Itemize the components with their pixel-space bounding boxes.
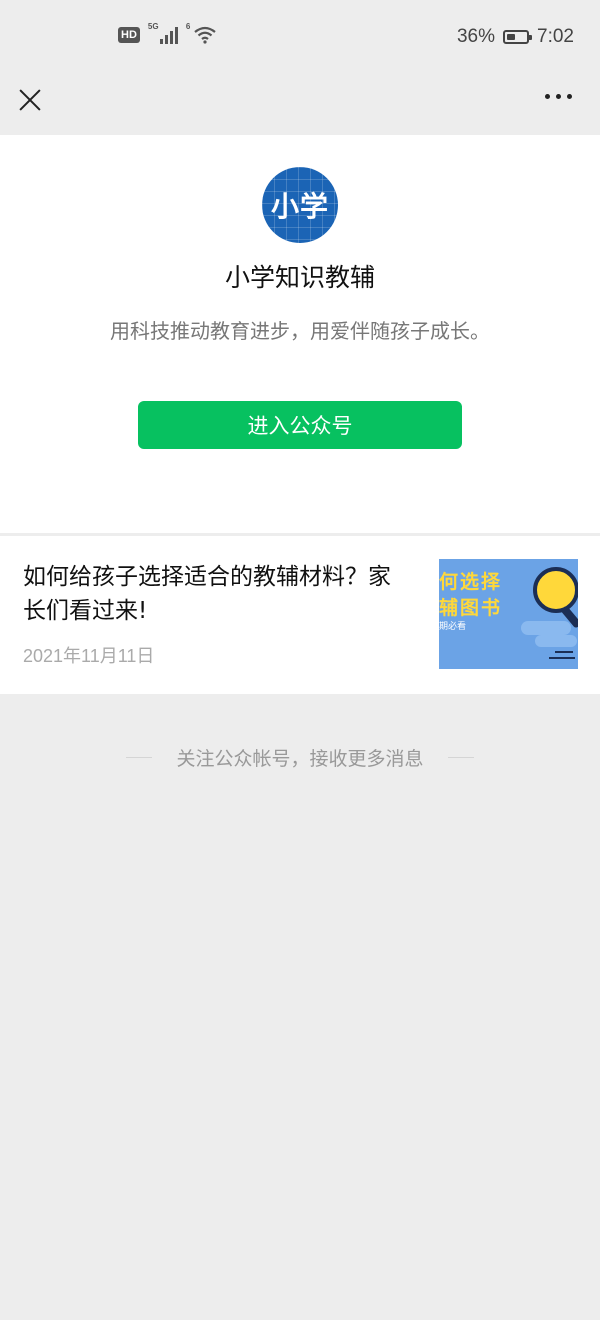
article-item[interactable]: 如何给孩子选择适合的教辅材料？家长们看过来! 2021年11月11日 何选择 辅…	[0, 536, 600, 694]
account-description: 用科技推动教育进步，用爱伴随孩子成长。	[110, 319, 490, 343]
clock: 7:02	[537, 26, 574, 47]
more-icon[interactable]	[545, 94, 572, 99]
close-icon[interactable]	[18, 88, 42, 112]
hd-icon: HD	[118, 27, 140, 43]
article-thumbnail[interactable]: 何选择 辅图书 期必看	[439, 559, 578, 669]
nav-bar	[0, 80, 600, 135]
follow-hint-text: 关注公众帐号，接收更多消息	[176, 748, 424, 770]
battery-icon	[503, 30, 533, 44]
signal-5g-icon: 5G	[148, 22, 178, 44]
divider	[126, 757, 153, 758]
status-right: 36% 7:02	[457, 26, 574, 48]
article-title[interactable]: 如何给孩子选择适合的教辅材料？家长们看过来!	[23, 560, 413, 628]
profile-card: 小学 小学知识教辅 用科技推动教育进步，用爱伴随孩子成长。 进入公众号	[0, 135, 600, 533]
enter-account-button[interactable]: 进入公众号	[138, 401, 462, 449]
account-name: 小学知识教辅	[224, 263, 375, 292]
wifi-icon: 6	[186, 22, 216, 44]
follow-hint: 关注公众帐号，接收更多消息	[0, 744, 600, 771]
status-indicators: HD 5G 6	[118, 22, 216, 44]
magnifier-icon	[533, 567, 578, 613]
avatar-text: 小学	[270, 190, 329, 223]
divider	[447, 757, 474, 758]
battery-percent: 36%	[456, 26, 496, 47]
status-bar: HD 5G 6 36% 7:02	[0, 0, 600, 80]
avatar[interactable]: 小学	[262, 167, 338, 243]
article-date: 2021年11月11日	[23, 646, 155, 666]
